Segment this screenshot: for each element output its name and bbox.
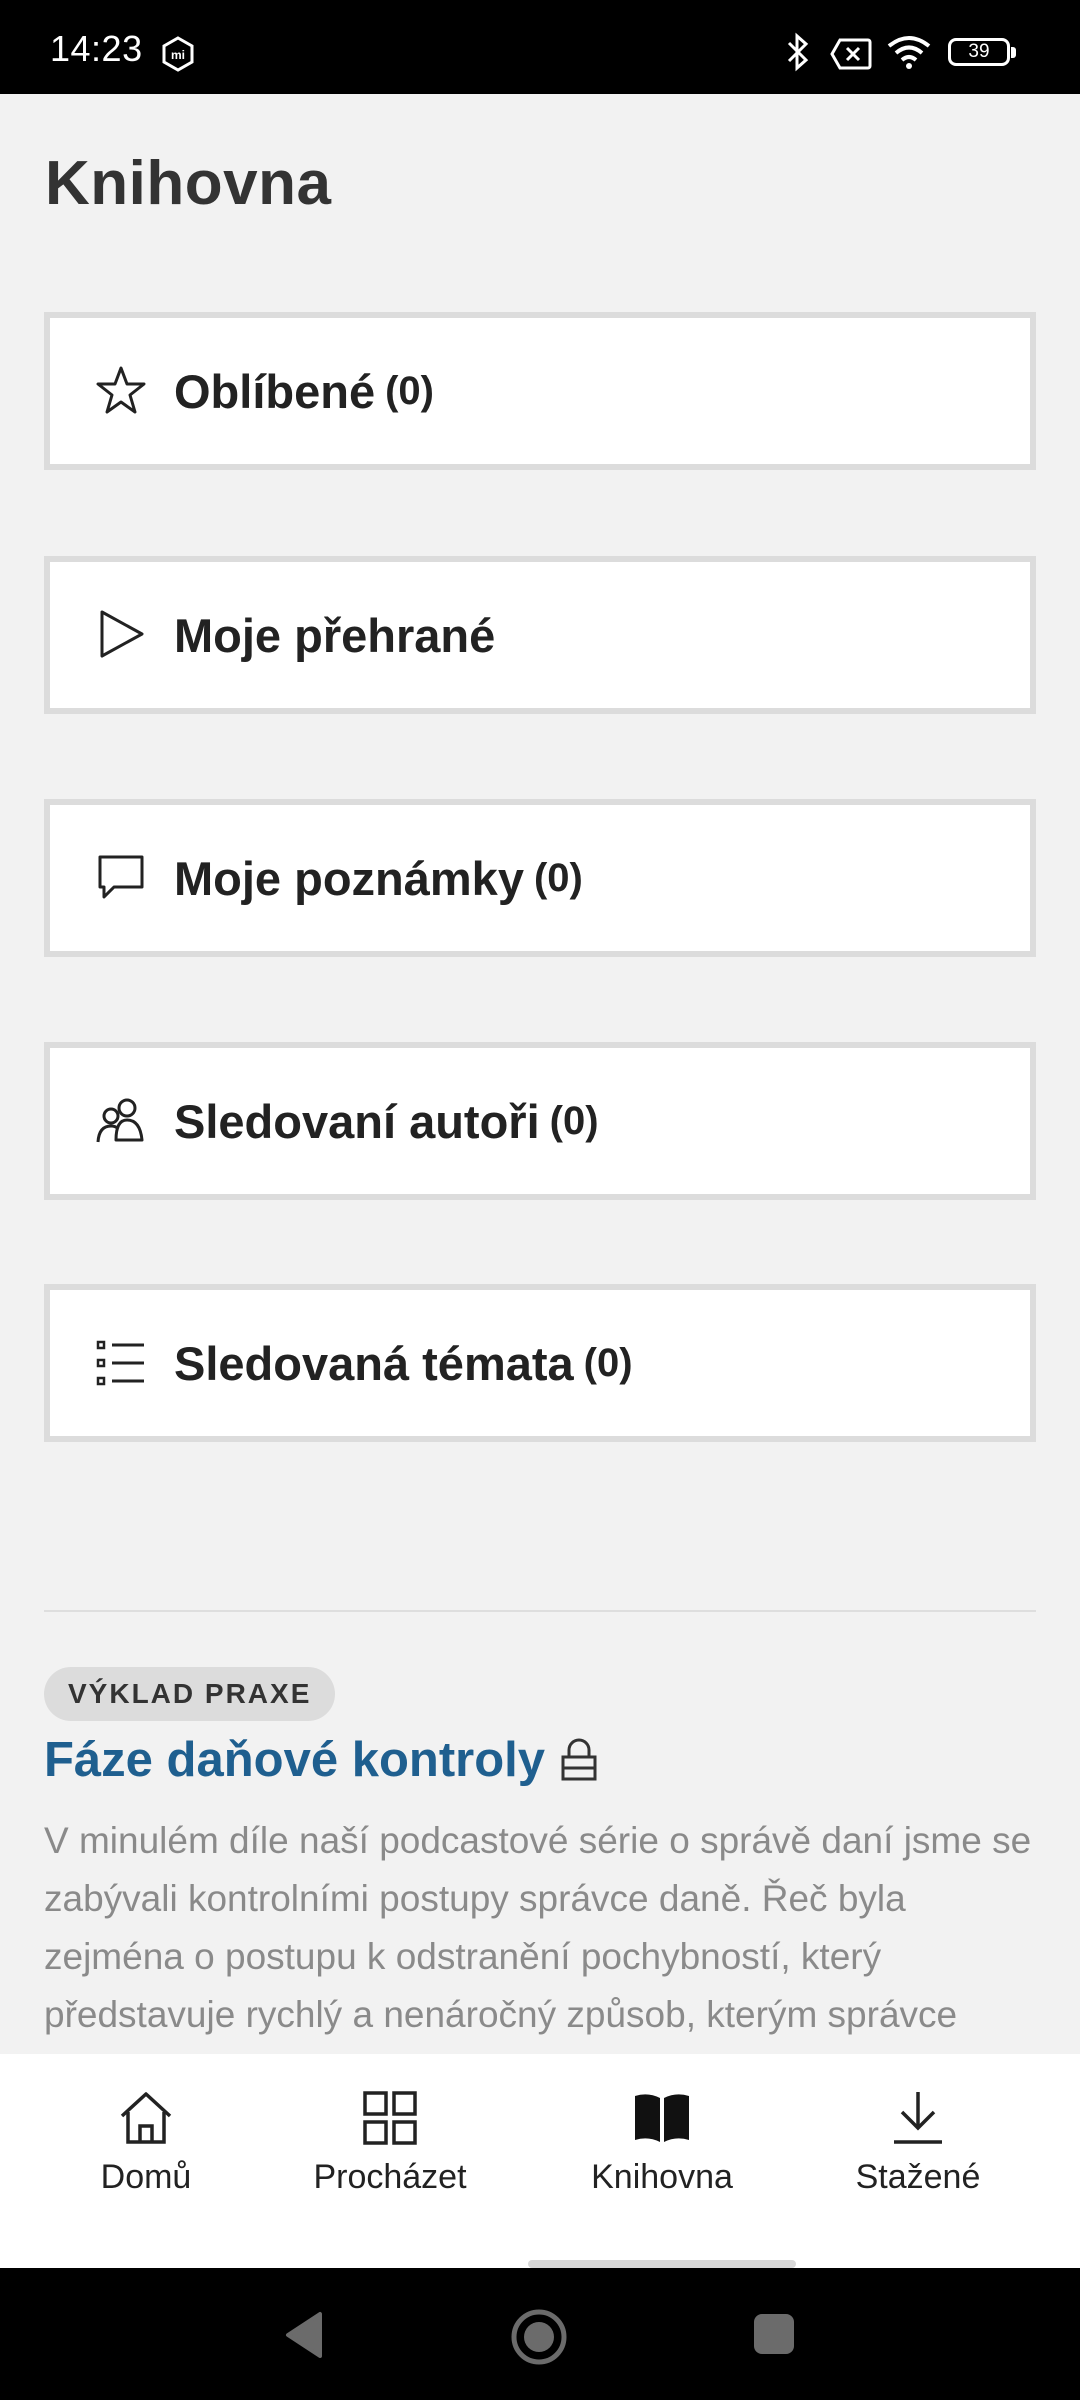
status-time: 14:23 [50,28,143,69]
article-title[interactable]: Fáze daňové kontroly [44,1732,599,1788]
status-bar: 14:23 mi 39 [0,0,1080,94]
nav-item-home[interactable]: Domů [46,2088,246,2197]
nav-item-library[interactable]: Knihovna [562,2088,762,2197]
grid-icon [363,2091,417,2145]
section-divider [44,1610,1036,1612]
nav-label: Procházet [313,2158,467,2196]
library-item-label: Moje přehrané [174,608,496,662]
battery-icon: 39 [948,38,1016,66]
library-item-followed-topics[interactable]: Sledovaná témata (0) [44,1284,1036,1442]
nav-label: Knihovna [591,2158,733,2196]
recents-icon[interactable] [752,2312,796,2356]
svg-text:mi: mi [171,48,185,62]
library-item-followed-authors[interactable]: Sledovaní autoři (0) [44,1042,1036,1200]
library-item-count: (0) [385,368,434,413]
lock-icon [561,1738,597,1781]
book-icon [635,2094,689,2142]
star-icon [96,366,146,414]
users-icon [96,1098,144,1143]
home-icon [120,2092,172,2144]
page-title: Knihovna [45,149,332,218]
nav-item-browse[interactable]: Procházet [290,2088,490,2197]
download-icon [894,2092,942,2144]
back-icon[interactable] [280,2308,328,2362]
article-title-text[interactable]: Fáze daňové kontroly [44,1732,545,1788]
library-item-count: (0) [583,1340,633,1385]
nav-item-downloads[interactable]: Stažené [818,2088,1018,2197]
home-indicator [528,2260,796,2268]
nav-label: Domů [100,2158,192,2196]
bluetooth-icon [787,32,809,72]
home-circle-icon[interactable] [510,2308,568,2366]
play-icon [100,610,144,658]
comment-icon [98,855,144,899]
library-item-count: (0) [533,855,583,900]
library-item-notes[interactable]: Moje poznámky (0) [44,799,1036,957]
system-navigation-bar [0,2268,1080,2400]
library-item-count: (0) [549,1098,599,1143]
bottom-navigation: Domů Procházet Knihovna Stažené [0,2054,1080,2268]
library-item-label: Oblíbené [174,364,376,418]
wifi-icon [887,36,931,69]
nav-label: Stažené [855,2158,981,2196]
list-icon [96,1340,144,1386]
library-item-label: Sledovaná témata [174,1336,574,1390]
library-item-label: Moje poznámky [174,851,524,905]
library-item-label: Sledovaní autoři [174,1094,540,1148]
library-item-played[interactable]: Moje přehrané [44,556,1036,714]
library-item-favorites[interactable]: Oblíbené (0) [44,312,1036,470]
no-sim-icon [830,38,872,70]
mi-icon: mi [162,36,194,72]
article-excerpt[interactable]: V minulém díle naší podcastové série o s… [44,1812,1044,2044]
category-badge[interactable]: VÝKLAD PRAXE [44,1667,336,1721]
